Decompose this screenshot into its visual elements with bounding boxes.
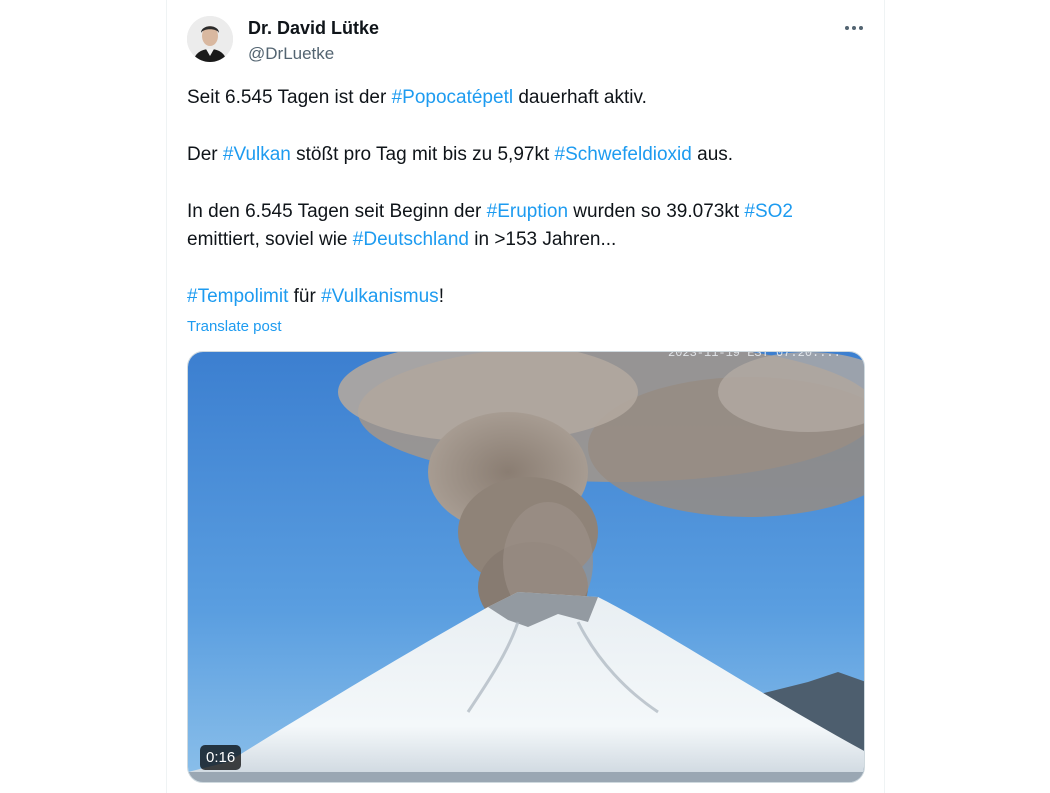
author-display-name[interactable]: Dr. David Lütke [248,18,379,39]
hashtag-popocatepetl[interactable]: #Popocatépetl [392,87,514,108]
text-span: Der [187,144,223,165]
tweet-paragraph-2: Der #Vulkan stößt pro Tag mit bis zu 5,9… [187,141,867,169]
author-avatar[interactable] [187,16,233,62]
hashtag-deutschland[interactable]: #Deutschland [353,229,469,250]
text-span: in >153 Jahren... [468,229,617,250]
video-timestamp-overlay: 2023-11-19 EST 07:20:... [668,352,841,360]
text-span: aus. [691,144,734,165]
text-span: Seit 6.545 Tagen ist der [187,87,392,108]
hashtag-so2[interactable]: #SO2 [744,201,793,222]
text-span: wurden so 39.073kt [568,201,745,222]
more-options-icon [845,26,863,30]
text-span: stößt pro Tag mit bis zu 5,97kt [290,144,555,165]
translate-post-link[interactable]: Translate post [187,318,282,335]
tweet-paragraph-3-line-1: In den 6.545 Tagen seit Beginn der #Erup… [187,198,867,226]
video-player[interactable]: 2023-11-19 EST 07:20:... [187,351,865,783]
text-span: emittiert, soviel wie [187,229,353,250]
more-options-button[interactable] [840,14,868,42]
hashtag-vulkan[interactable]: #Vulkan [223,144,291,165]
video-duration-badge: 0:16 [200,745,242,770]
tweet-paragraph-4: #Tempolimit für #Vulkanismus! [187,283,867,311]
text-span: ! [438,286,444,307]
tweet-paragraph-1: Seit 6.545 Tagen ist der #Popocatépetl d… [187,84,867,112]
text-span: dauerhaft aktiv. [513,87,647,108]
tweet-paragraph-3-line-2: emittiert, soviel wie #Deutschland in >1… [187,226,867,254]
user-avatar-icon [187,16,233,62]
hashtag-schwefeldioxid[interactable]: #Schwefeldioxid [555,144,692,165]
tweet-text: Seit 6.545 Tagen ist der #Popocatépetl d… [187,84,867,311]
author-handle[interactable]: @DrLuetke [248,44,334,64]
text-span: für [288,286,322,307]
hashtag-eruption[interactable]: #Eruption [487,201,568,222]
text-span: In den 6.545 Tagen seit Beginn der [187,201,487,222]
volcano-video-frame: 2023-11-19 EST 07:20:... [188,352,864,782]
hashtag-tempolimit[interactable]: #Tempolimit [187,286,288,307]
hashtag-vulkanismus[interactable]: #Vulkanismus [321,286,439,307]
